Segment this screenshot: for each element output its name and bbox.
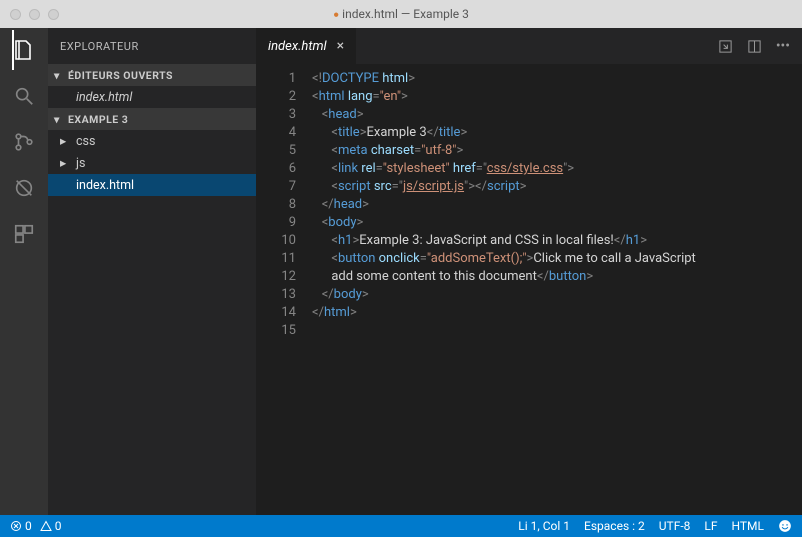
debug-icon[interactable] <box>12 176 36 200</box>
tab-bar: index.html × ••• <box>256 28 802 64</box>
sidebar: EXPLORATEUR ▾ ÉDITEURS OUVERTS index.htm… <box>48 28 256 515</box>
status-bar: 0 0 Li 1, Col 1 Espaces : 2 UTF-8 LF HTM… <box>0 515 802 537</box>
chevron-down-icon: ▾ <box>54 113 66 126</box>
zoom-window-icon[interactable] <box>48 9 59 20</box>
status-warnings[interactable]: 0 <box>40 519 62 533</box>
feedback-icon[interactable] <box>778 519 792 533</box>
close-window-icon[interactable] <box>10 9 21 20</box>
split-editor-icon[interactable] <box>747 39 762 54</box>
code-editor[interactable]: 123456789101112131415 <!DOCTYPE html><ht… <box>256 64 802 515</box>
activity-bar <box>0 28 48 515</box>
code-content[interactable]: <!DOCTYPE html><html lang="en"> <head> <… <box>312 64 802 515</box>
line-numbers: 123456789101112131415 <box>256 64 312 515</box>
chevron-right-icon: ▸ <box>60 155 72 171</box>
explorer-icon[interactable] <box>12 38 36 62</box>
chevron-right-icon: ▸ <box>60 133 72 149</box>
search-icon[interactable] <box>12 84 36 108</box>
compare-icon[interactable] <box>718 39 733 54</box>
status-errors[interactable]: 0 <box>10 519 32 533</box>
project-section[interactable]: ▾ EXAMPLE 3 <box>48 108 256 130</box>
status-eol[interactable]: LF <box>704 519 717 533</box>
status-language[interactable]: HTML <box>732 519 765 533</box>
status-spaces[interactable]: Espaces : 2 <box>584 519 645 533</box>
tab-label: index.html <box>268 39 327 54</box>
title-bar: ● index.html — Example 3 <box>0 0 802 28</box>
extensions-icon[interactable] <box>12 222 36 246</box>
close-tab-icon[interactable]: × <box>337 38 344 54</box>
folder-item[interactable]: ▸css <box>48 130 256 152</box>
folder-item[interactable]: ▸js <box>48 152 256 174</box>
more-icon[interactable]: ••• <box>776 38 790 54</box>
open-editor-item[interactable]: index.html <box>48 86 256 108</box>
editor: index.html × ••• 123456789101112131415 <!… <box>256 28 802 515</box>
open-editors-section[interactable]: ▾ ÉDITEURS OUVERTS <box>48 64 256 86</box>
chevron-down-icon: ▾ <box>54 69 66 82</box>
status-cursor[interactable]: Li 1, Col 1 <box>518 519 570 533</box>
status-encoding[interactable]: UTF-8 <box>659 519 691 533</box>
file-item[interactable]: index.html <box>48 174 256 196</box>
sidebar-title: EXPLORATEUR <box>48 28 256 64</box>
window-title: ● index.html — Example 3 <box>0 7 802 21</box>
source-control-icon[interactable] <box>12 130 36 154</box>
minimize-window-icon[interactable] <box>29 9 40 20</box>
editor-tab[interactable]: index.html × <box>256 28 357 64</box>
